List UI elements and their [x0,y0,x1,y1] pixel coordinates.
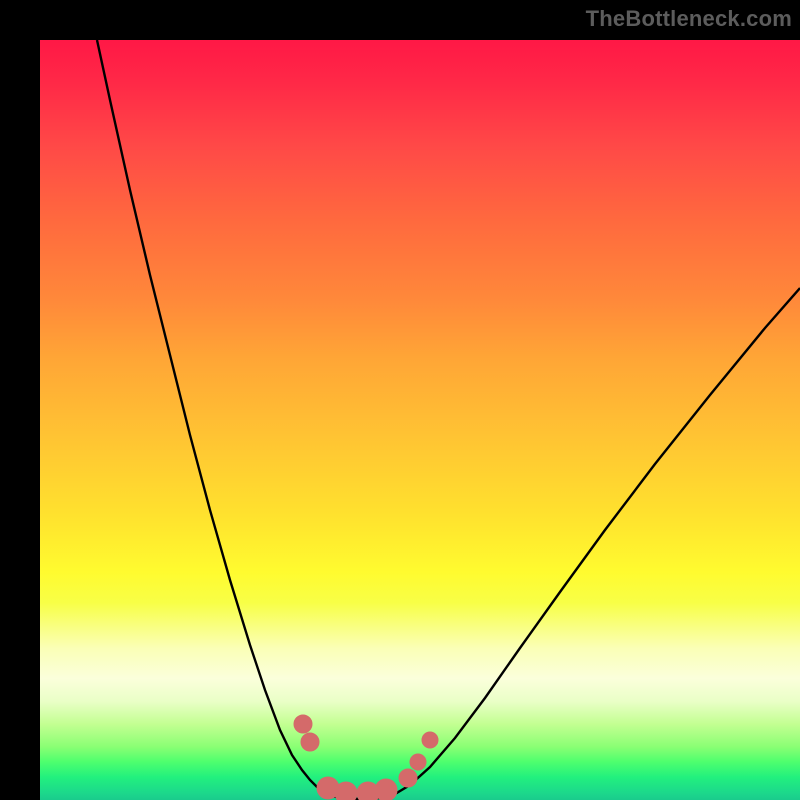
marker-dot [301,733,319,751]
curve-svg [40,40,800,800]
marker-dot [410,754,426,770]
marker-dot [294,715,312,733]
marker-dot [422,732,438,748]
marker-dot [335,782,357,800]
branding-watermark: TheBottleneck.com [586,6,792,32]
bottleneck-curve [97,40,800,799]
marker-dot [399,769,417,787]
plot-area [40,40,800,800]
marker-dot [375,779,397,800]
outer-frame: TheBottleneck.com [0,0,800,800]
